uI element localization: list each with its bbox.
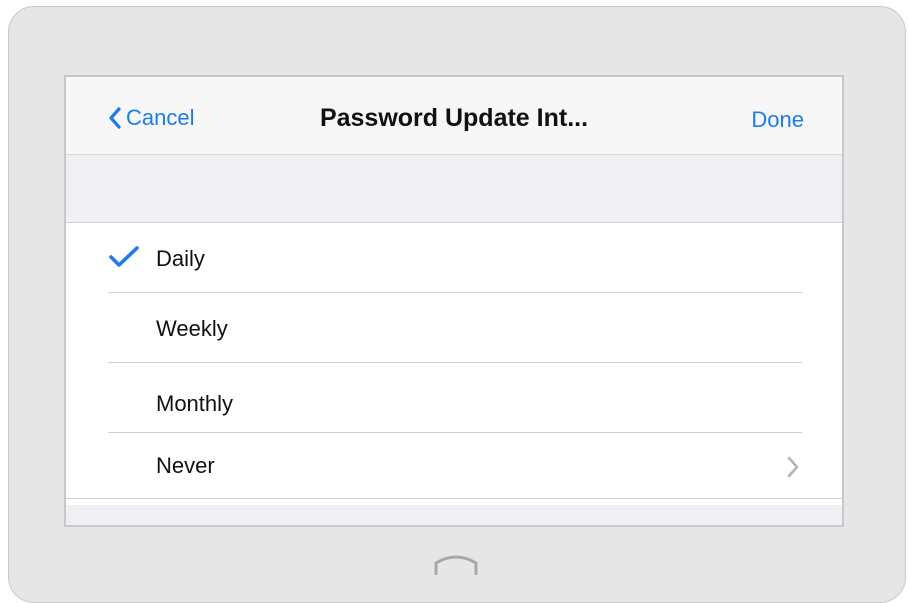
chevron-left-icon xyxy=(109,107,121,129)
option-label: Daily xyxy=(156,246,205,271)
option-never[interactable]: Never xyxy=(66,433,842,499)
chevron-right-icon xyxy=(787,456,799,478)
option-monthly[interactable]: Monthly xyxy=(66,363,842,433)
row-divider xyxy=(66,498,842,499)
cancel-label: Cancel xyxy=(126,105,195,130)
interval-options-list: Daily Weekly Monthly Never xyxy=(66,223,842,499)
home-button-icon[interactable] xyxy=(432,553,480,577)
footer-spacer xyxy=(66,505,842,525)
option-label: Never xyxy=(156,453,215,478)
cancel-button[interactable]: Cancel xyxy=(108,105,194,131)
option-weekly[interactable]: Weekly xyxy=(66,293,842,363)
option-label: Weekly xyxy=(156,316,228,341)
group-header-spacer xyxy=(66,155,842,223)
navigation-bar: Cancel Password Update Int... Done xyxy=(66,77,842,155)
option-label: Monthly xyxy=(156,391,234,416)
option-daily[interactable]: Daily xyxy=(66,223,842,293)
checkmark-icon xyxy=(109,246,139,267)
done-button[interactable]: Done xyxy=(751,107,804,133)
settings-screen: Cancel Password Update Int... Done Daily… xyxy=(64,75,844,527)
